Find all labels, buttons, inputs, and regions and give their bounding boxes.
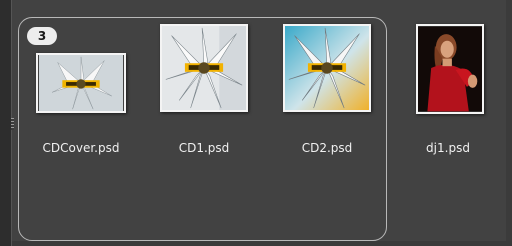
file-name-label: dj1.psd — [426, 141, 470, 155]
cd-art-image — [285, 26, 369, 110]
right-panel-edge — [506, 0, 512, 246]
bottom-panel-edge — [12, 241, 512, 246]
cd-art-image — [39, 55, 123, 111]
file-thumbnail-cd2[interactable] — [283, 24, 371, 112]
file-name-label: CDCover.psd — [42, 141, 120, 155]
content-panel: 3 CDCover.psd CD1.psd CD2.psd dj1.psd — [0, 0, 512, 246]
file-name-label: CD2.psd — [301, 141, 353, 155]
file-thumbnail-cd1[interactable] — [160, 24, 248, 112]
stack-count-badge[interactable]: 3 — [27, 27, 57, 45]
panel-splitter-handle[interactable] — [11, 118, 14, 130]
cd-art-image — [162, 26, 246, 110]
file-thumbnail-cdcover[interactable] — [36, 53, 126, 113]
file-name-label: CD1.psd — [178, 141, 230, 155]
file-thumbnail-dj1[interactable] — [416, 24, 484, 114]
photo-image — [418, 26, 482, 112]
